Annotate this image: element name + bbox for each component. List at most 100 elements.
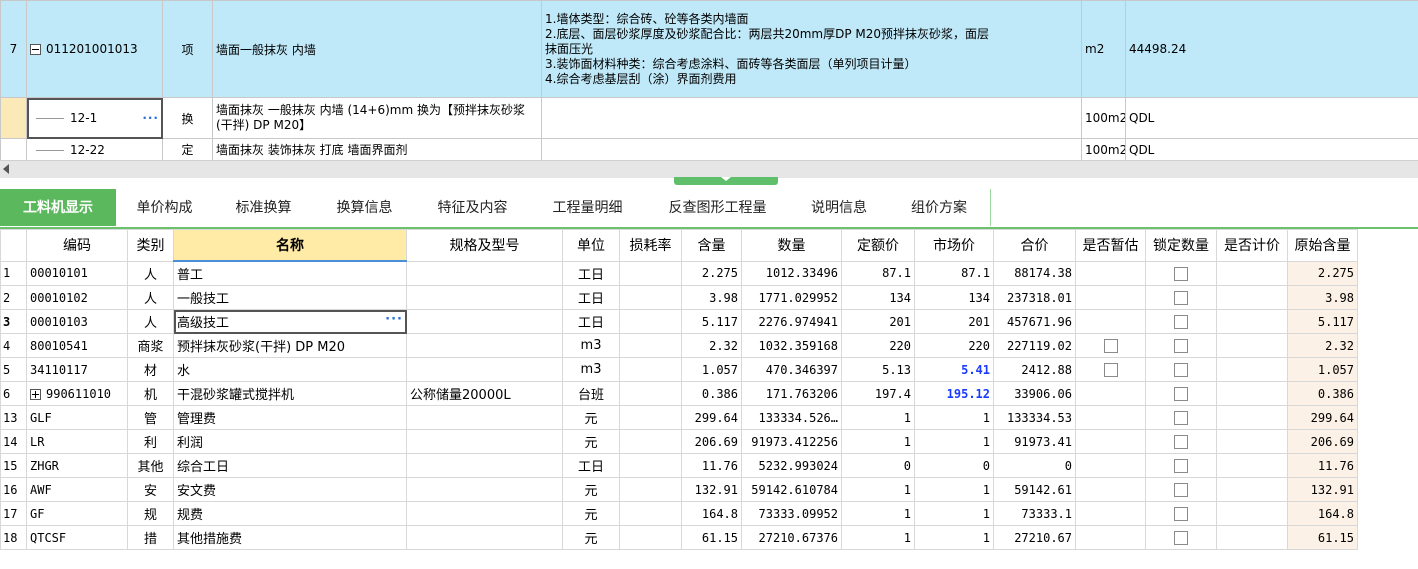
resource-loss-rate[interactable] (619, 453, 682, 478)
resource-name[interactable]: 高级技工 ··· (173, 309, 407, 334)
resource-name[interactable]: 水 (173, 357, 407, 382)
resource-spec[interactable] (406, 357, 563, 382)
collapse-icon[interactable] (30, 44, 41, 55)
resource-name[interactable]: 普工 (173, 260, 407, 286)
provisional-cell[interactable] (1075, 260, 1146, 286)
provisional-cell[interactable] (1075, 381, 1146, 406)
resource-unit[interactable]: 元 (562, 525, 620, 550)
resource-loss-rate[interactable] (619, 429, 682, 454)
lock-qty-checkbox[interactable] (1174, 530, 1188, 545)
resource-name[interactable]: 一般技工 (173, 285, 407, 310)
resource-market-price[interactable]: 220 (914, 333, 994, 358)
row-selector[interactable] (0, 97, 27, 139)
resource-content[interactable]: 299.64 (681, 405, 742, 430)
quota-features[interactable] (541, 97, 1082, 139)
resource-spec[interactable]: 公称储量20000L (406, 381, 563, 406)
resource-unit[interactable]: 元 (562, 405, 620, 430)
header-provisional[interactable]: 是否暂估 (1075, 229, 1146, 262)
resource-market-price[interactable]: 134 (914, 285, 994, 310)
resource-unit[interactable]: m3 (562, 333, 620, 358)
resource-quantity[interactable]: 91973.412256 (741, 429, 842, 454)
lock-qty-checkbox[interactable] (1174, 458, 1188, 473)
resource-loss-rate[interactable] (619, 405, 682, 430)
resource-name[interactable]: 规费 (173, 501, 407, 526)
resource-category[interactable]: 机 (127, 381, 174, 406)
resource-market-price[interactable]: 5.41 (914, 357, 994, 382)
tab-pricing-plan[interactable]: 组价方案 (888, 189, 991, 226)
is-priced-cell[interactable] (1216, 309, 1288, 334)
resource-category[interactable]: 商浆 (127, 333, 174, 358)
resource-category[interactable]: 人 (127, 260, 174, 286)
resource-name[interactable]: 其他措施费 (173, 525, 407, 550)
resource-spec[interactable] (406, 285, 563, 310)
provisional-cell[interactable] (1075, 525, 1146, 550)
resource-unit[interactable]: 工日 (562, 309, 620, 334)
resource-market-price[interactable]: 87.1 (914, 260, 994, 286)
item-code-cell[interactable]: 011201001013 (26, 0, 163, 98)
header-unit[interactable]: 单位 (562, 229, 620, 262)
panel-splitter-handle[interactable] (674, 177, 778, 185)
provisional-cell[interactable] (1075, 285, 1146, 310)
resource-category[interactable]: 措 (127, 525, 174, 550)
resource-code[interactable]: ZHGR (26, 453, 128, 478)
resource-row[interactable]: 4 80010541 商浆 预拌抹灰砂浆(干拌) DP M20 m3 2.32 1032.3… (0, 333, 1358, 358)
lock-qty-cell[interactable] (1145, 525, 1217, 550)
lock-qty-cell[interactable] (1145, 333, 1217, 358)
resource-quantity[interactable]: 171.763206 (741, 381, 842, 406)
resource-row[interactable]: 6 990611010 机干混砂浆罐式搅拌机 公称储量20000L 台班 0.386 171… (0, 381, 1358, 406)
resource-spec[interactable] (406, 453, 563, 478)
header-original-content[interactable]: 原始含量 (1287, 229, 1358, 262)
resource-row[interactable]: 5 34110117 材水 m3 1.057 470.346397 5.13 5.41 2412… (0, 357, 1358, 382)
resource-loss-rate[interactable] (619, 333, 682, 358)
resource-spec[interactable] (406, 405, 563, 430)
tab-unit-price[interactable]: 单价构成 (116, 189, 214, 226)
resource-market-price[interactable]: 0 (914, 453, 994, 478)
resource-loss-rate[interactable] (619, 381, 682, 406)
resource-spec[interactable] (406, 429, 563, 454)
resource-market-price[interactable]: 1 (914, 501, 994, 526)
quota-name[interactable]: 墙面抹灰 一般抹灰 内墙 (14+6)mm 换为【预拌抹灰砂浆(干拌) DP M… (212, 97, 542, 139)
bill-item-row[interactable]: 7 011201001013 项 墙面一般抹灰 内墙 1.墙体类型：综合砖、砼等… (0, 0, 1418, 98)
resource-quantity[interactable]: 1032.359168 (741, 333, 842, 358)
resource-row[interactable]: 16 AWF 安安文费元 132.91 59142.610784 1 1 59142.61 13… (0, 477, 1358, 502)
is-priced-cell[interactable] (1216, 501, 1288, 526)
tab-features-content[interactable]: 特征及内容 (415, 189, 531, 226)
resource-unit[interactable]: 工日 (562, 285, 620, 310)
header-quantity[interactable]: 数量 (741, 229, 842, 262)
lock-qty-cell[interactable] (1145, 453, 1217, 478)
resource-loss-rate[interactable] (619, 260, 682, 286)
resource-content[interactable]: 2.275 (681, 260, 742, 286)
resource-spec[interactable] (406, 477, 563, 502)
resource-quantity[interactable]: 133334.526… (741, 405, 842, 430)
header-lock-qty[interactable]: 锁定数量 (1145, 229, 1217, 262)
quota-row[interactable]: 12-22 定 墙面抹灰 装饰抹灰 打底 墙面界面剂 100m2 QDL (0, 138, 1418, 161)
lock-qty-cell[interactable] (1145, 260, 1217, 286)
header-category[interactable]: 类别 (127, 229, 174, 262)
resource-spec[interactable] (406, 309, 563, 334)
header-name[interactable]: 名称 (173, 229, 407, 262)
item-features[interactable]: 1.墙体类型：综合砖、砼等各类内墙面 2.底层、面层砂浆厚度及砂浆配合比：两层共… (541, 0, 1082, 98)
item-name[interactable]: 墙面一般抹灰 内墙 (212, 0, 542, 98)
resource-content[interactable]: 206.69 (681, 429, 742, 454)
resource-name[interactable]: 利润 (173, 429, 407, 454)
is-priced-cell[interactable] (1216, 260, 1288, 286)
resource-market-price[interactable]: 1 (914, 477, 994, 502)
lock-qty-cell[interactable] (1145, 477, 1217, 502)
resource-code[interactable]: 00010102 (26, 285, 128, 310)
resource-loss-rate[interactable] (619, 357, 682, 382)
resource-row[interactable]: 15 ZHGR 其他 综合工日 工日 11.76 5232.993024 0 0 0 11.76 (0, 453, 1358, 478)
header-loss-rate[interactable]: 损耗率 (619, 229, 682, 262)
lock-qty-checkbox[interactable] (1174, 434, 1188, 449)
resource-loss-rate[interactable] (619, 477, 682, 502)
lock-qty-cell[interactable] (1145, 357, 1217, 382)
provisional-cell[interactable] (1075, 405, 1146, 430)
is-priced-cell[interactable] (1216, 381, 1288, 406)
tab-graphic-quantity[interactable]: 反查图形工程量 (645, 189, 791, 226)
provisional-cell[interactable] (1075, 333, 1146, 358)
quota-features[interactable] (541, 138, 1082, 161)
resource-quantity[interactable]: 59142.610784 (741, 477, 842, 502)
resource-row[interactable]: 14 LR 利利润元 206.69 91973.412256 1 1 91973.41 206.… (0, 429, 1358, 454)
is-priced-cell[interactable] (1216, 285, 1288, 310)
resource-code[interactable]: GLF (26, 405, 128, 430)
lock-qty-checkbox[interactable] (1174, 362, 1188, 377)
